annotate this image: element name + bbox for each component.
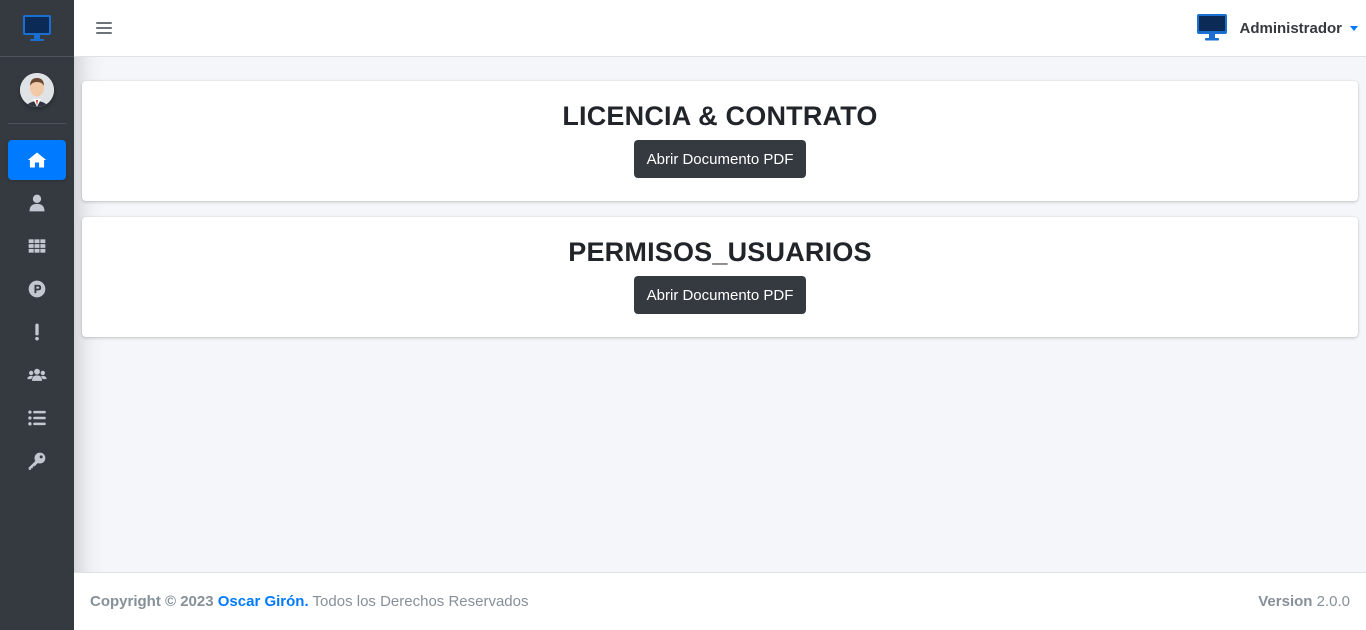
- document-card: PERMISOS_USUARIOS Abrir Documento PDF: [82, 217, 1358, 337]
- sidebar-item-key[interactable]: [8, 441, 66, 481]
- monitor-icon: [23, 15, 51, 41]
- avatar[interactable]: [20, 73, 54, 107]
- sidebar-item-list[interactable]: [8, 398, 66, 438]
- grid-icon: [28, 239, 46, 253]
- main-content: LICENCIA & CONTRATO Abrir Documento PDF …: [74, 57, 1366, 572]
- author-link[interactable]: Oscar Girón.: [218, 593, 309, 610]
- home-icon: [27, 152, 47, 168]
- sidebar: [0, 0, 74, 630]
- rights-text: Todos los Derechos Reservados: [312, 593, 529, 610]
- sidebar-item-alert[interactable]: [8, 312, 66, 352]
- sidebar-item-users[interactable]: [8, 355, 66, 395]
- document-card: LICENCIA & CONTRATO Abrir Documento PDF: [82, 81, 1358, 201]
- key-icon: [28, 452, 46, 470]
- sidebar-item-home[interactable]: [8, 140, 66, 180]
- user-panel: [8, 57, 66, 124]
- copyright: Copyright © 2023 Oscar Girón. Todos los …: [90, 593, 529, 610]
- users-icon: [27, 368, 47, 381]
- footer: Copyright © 2023 Oscar Girón. Todos los …: [74, 572, 1366, 630]
- list-icon: [28, 410, 46, 426]
- menu-toggle-button[interactable]: [96, 21, 112, 35]
- version: Version 2.0.0: [1258, 593, 1350, 610]
- open-pdf-button[interactable]: Abrir Documento PDF: [633, 276, 807, 314]
- user-dropdown[interactable]: Administrador: [1197, 14, 1358, 42]
- copyright-prefix: Copyright © 2023: [90, 593, 214, 610]
- open-pdf-button[interactable]: Abrir Documento PDF: [633, 140, 807, 178]
- sidebar-item-parking[interactable]: [8, 269, 66, 309]
- top-navbar: Administrador: [74, 0, 1366, 57]
- monitor-icon: [1197, 14, 1228, 41]
- parking-icon: [28, 280, 46, 298]
- card-title: LICENCIA & CONTRATO: [562, 101, 878, 131]
- chevron-down-icon: [1350, 25, 1358, 31]
- user-icon: [29, 194, 45, 212]
- brand-logo[interactable]: [0, 0, 74, 57]
- sidebar-item-grid[interactable]: [8, 226, 66, 266]
- sidebar-nav: [0, 124, 74, 484]
- exclamation-icon: [35, 323, 39, 341]
- version-label: Version: [1258, 593, 1313, 610]
- sidebar-item-user[interactable]: [8, 183, 66, 223]
- card-title: PERMISOS_USUARIOS: [568, 237, 872, 267]
- version-value: 2.0.0: [1316, 593, 1350, 610]
- user-name: Administrador: [1239, 19, 1342, 37]
